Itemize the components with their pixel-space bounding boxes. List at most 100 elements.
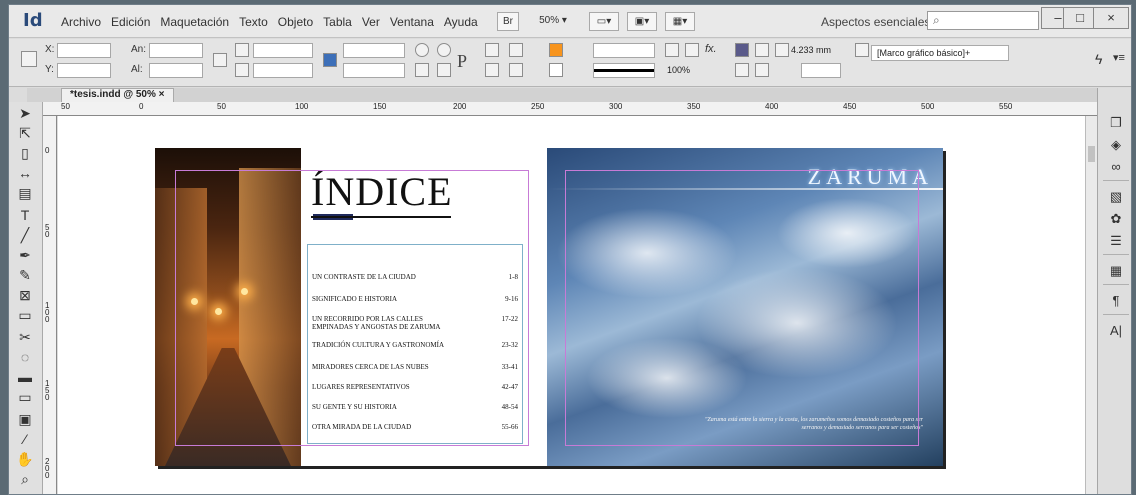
menu-ventana[interactable]: Ventana: [390, 15, 434, 29]
free-transform-tool-icon[interactable]: ◌: [15, 348, 35, 366]
wrap-next-column-icon[interactable]: [755, 63, 769, 77]
paragraph-panel-icon[interactable]: ¶: [1107, 292, 1125, 310]
menu-maquetacion[interactable]: Maquetación: [160, 15, 229, 29]
wrap-jump-icon[interactable]: [735, 63, 749, 77]
scissors-tool-icon[interactable]: ✂: [15, 328, 35, 346]
document-canvas[interactable]: ÍNDICE UN CONTRASTE DE LA CIUDAD 1-8 SIGN…: [58, 116, 1088, 494]
stroke-swatch[interactable]: [549, 63, 563, 77]
direct-selection-tool-icon[interactable]: ⇱: [15, 124, 35, 142]
rotate-ccw-icon[interactable]: [437, 43, 451, 57]
zoom-dropdown[interactable]: 50% ▾: [529, 12, 577, 31]
ruler-tick: 300: [609, 102, 623, 111]
rotate-field[interactable]: [343, 43, 405, 58]
pen-tool-icon[interactable]: ✒: [15, 246, 35, 264]
search-input[interactable]: ⌕: [927, 11, 1039, 30]
view-options-icon[interactable]: ▭▾: [589, 12, 619, 31]
rotate-cw-icon[interactable]: [415, 43, 429, 57]
wrap-bounding-box-icon[interactable]: [755, 43, 769, 57]
fit-content-icon[interactable]: [685, 43, 699, 57]
scroll-thumb[interactable]: [1088, 146, 1095, 162]
gradient-feather-tool-icon[interactable]: ▭: [15, 388, 35, 406]
menu-ayuda[interactable]: Ayuda: [444, 15, 478, 29]
content-collector-icon[interactable]: ▤: [15, 184, 35, 202]
control-menu-icon[interactable]: ▾≡: [1113, 51, 1125, 64]
select-container-icon[interactable]: [485, 43, 499, 57]
y-field[interactable]: [57, 63, 111, 78]
bridge-button[interactable]: Br: [497, 12, 519, 31]
eyedropper-tool-icon[interactable]: ⁄: [15, 430, 35, 448]
reference-point-icon[interactable]: [21, 51, 37, 67]
gradient-swatch-tool-icon[interactable]: ▬: [15, 368, 35, 386]
table-panel-icon[interactable]: ▦: [1107, 262, 1125, 280]
shear-field[interactable]: [343, 63, 405, 78]
stroke-panel-icon[interactable]: ▧: [1107, 188, 1125, 206]
text-wrap-icon[interactable]: [735, 43, 749, 57]
quick-apply-icon[interactable]: ϟ: [1095, 51, 1102, 67]
constrain-proportions-icon[interactable]: [213, 53, 227, 67]
pages-panel-icon[interactable]: ❐: [1107, 114, 1125, 132]
hand-tool-icon[interactable]: ✋: [15, 450, 35, 468]
height-field[interactable]: [149, 63, 203, 78]
character-panel-icon[interactable]: A|: [1107, 322, 1125, 340]
document-tab[interactable]: *tesis.indd @ 50% ×: [61, 88, 174, 102]
links-panel-icon[interactable]: ∞: [1107, 158, 1125, 176]
gradient-panel-icon[interactable]: ☰: [1107, 232, 1125, 250]
effects-fx-icon[interactable]: fx.: [705, 43, 717, 55]
fill-swatch[interactable]: [549, 43, 563, 57]
scale-x-field[interactable]: [253, 43, 313, 58]
vertical-scrollbar[interactable]: [1085, 116, 1097, 494]
select-next-icon[interactable]: [509, 63, 523, 77]
right-page-sky-photo[interactable]: ZARUMA "Zaruma está entre la sierra y la…: [547, 148, 943, 466]
screen-mode-icon[interactable]: ▣▾: [627, 12, 657, 31]
workspace-switcher[interactable]: Aspectos esenciales ▾: [821, 15, 940, 29]
search-icon: ⌕: [933, 13, 940, 27]
rectangle-frame-tool-icon[interactable]: ⊠: [15, 286, 35, 304]
select-content-icon[interactable]: [485, 63, 499, 77]
layers-panel-icon[interactable]: ◈: [1107, 136, 1125, 154]
scale-y-field[interactable]: [253, 63, 313, 78]
object-style-dropdown[interactable]: [Marco gráfico básico]+: [871, 45, 1009, 61]
stroke-type-dropdown[interactable]: [593, 63, 655, 78]
horizontal-ruler[interactable]: 50 0 50 100 150 200 250 300 350 400 450 …: [43, 102, 1097, 116]
menu-texto[interactable]: Texto: [239, 15, 268, 29]
arrange-documents-icon[interactable]: ▦▾: [665, 12, 695, 31]
selection-tool-icon[interactable]: ➤: [15, 104, 35, 122]
line-tool-icon[interactable]: ╱: [15, 226, 35, 244]
page-spread[interactable]: ÍNDICE UN CONTRASTE DE LA CIUDAD 1-8 SIGN…: [155, 148, 943, 466]
pencil-tool-icon[interactable]: ✎: [15, 266, 35, 284]
panel-separator: [1103, 284, 1129, 285]
fit-frame-icon[interactable]: [665, 43, 679, 57]
scale-y-icon[interactable]: [235, 63, 249, 77]
opacity-field[interactable]: 100%: [667, 65, 690, 75]
menu-edicion[interactable]: Edición: [111, 15, 150, 29]
scale-x-icon[interactable]: [235, 43, 249, 57]
menu-ver[interactable]: Ver: [362, 15, 380, 29]
stroke-weight-value[interactable]: 4.233 mm: [791, 45, 831, 55]
x-field[interactable]: [57, 43, 111, 58]
menu-tabla[interactable]: Tabla: [323, 15, 352, 29]
ruler-tick: 1 0 0: [45, 301, 50, 324]
zoom-tool-icon[interactable]: ⌕: [15, 470, 35, 488]
stroke-weight-field[interactable]: [593, 43, 655, 58]
select-previous-icon[interactable]: [509, 43, 523, 57]
content-icon[interactable]: [323, 53, 337, 67]
type-tool-icon[interactable]: T: [15, 206, 35, 224]
flip-horizontal-icon[interactable]: [415, 63, 429, 77]
flip-vertical-icon[interactable]: [437, 63, 451, 77]
left-page[interactable]: ÍNDICE UN CONTRASTE DE LA CIUDAD 1-8 SIGN…: [155, 148, 547, 466]
rectangle-tool-icon[interactable]: ▭: [15, 306, 35, 324]
paragraph-p-icon[interactable]: P: [457, 51, 467, 72]
gap-tool-icon[interactable]: ↔: [15, 164, 35, 182]
page-tool-icon[interactable]: ▯: [15, 144, 35, 162]
menu-objeto[interactable]: Objeto: [278, 15, 313, 29]
corner-options-dropdown[interactable]: [801, 63, 841, 78]
width-field[interactable]: [149, 43, 203, 58]
menu-archivo[interactable]: Archivo: [61, 15, 101, 29]
menu-bar: Id Archivo Edición Maquetación Texto Obj…: [9, 5, 1131, 38]
close-button[interactable]: ×: [1093, 7, 1129, 29]
maximize-button[interactable]: □: [1063, 7, 1097, 29]
swatches-panel-icon[interactable]: ✿: [1107, 210, 1125, 228]
vertical-ruler[interactable]: 0 5 0 1 0 0 1 5 0 2 0 0: [43, 116, 57, 494]
note-tool-icon[interactable]: ▣: [15, 410, 35, 428]
ruler-tick: 500: [921, 102, 935, 111]
